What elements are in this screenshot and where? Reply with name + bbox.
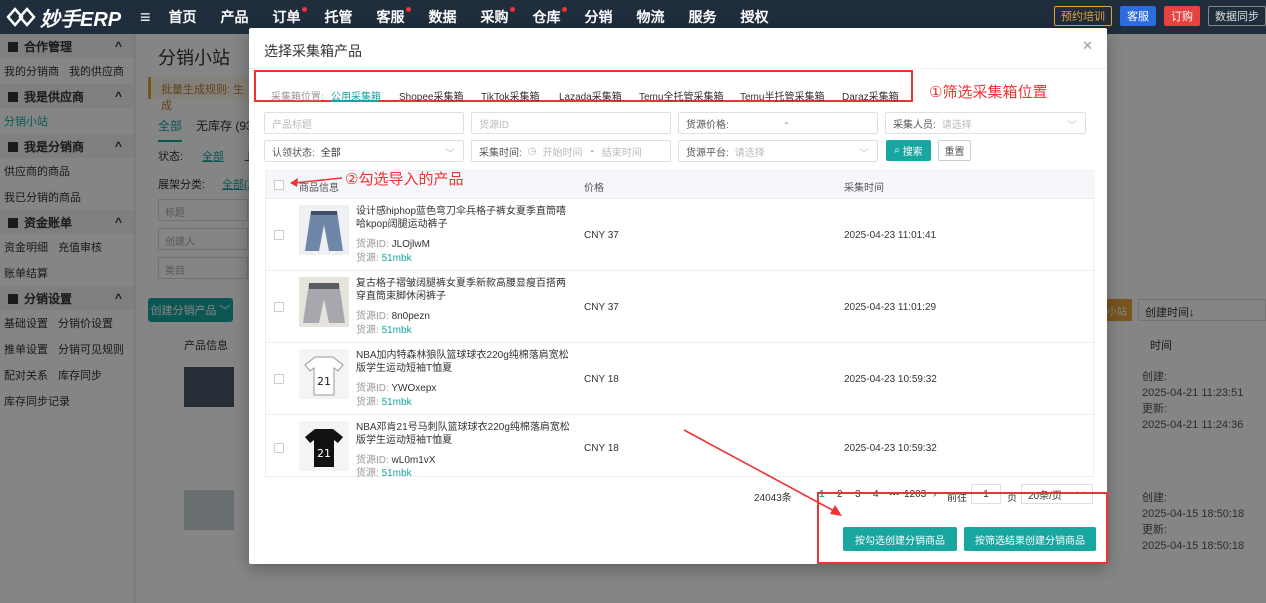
tshirt-image-icon: 21	[304, 356, 344, 396]
nav-hosting[interactable]: 托管	[313, 7, 365, 27]
training-button[interactable]: 预约培训	[1054, 6, 1112, 26]
clock-icon: ◷	[527, 145, 537, 157]
product-table: 商品信息 价格 采集时间 设计感hiphop蓝色弯刀伞兵格子裤女夏季直筒嘻哈kp…	[265, 170, 1095, 479]
product-source-id: 货源ID: YWOxepx	[356, 383, 437, 394]
collect-time-range[interactable]: 采集时间: ◷ 开始时间 - 结束时间	[471, 140, 671, 162]
product-price: CNY 37	[584, 302, 619, 313]
source-id-input[interactable]: 货源ID	[471, 112, 671, 134]
product-thumbnail	[299, 205, 349, 255]
column-product-info: 商品信息	[299, 183, 339, 194]
active-tab-underline	[331, 100, 378, 102]
hamburger-icon[interactable]: ≡	[140, 7, 151, 28]
collector-select[interactable]: 采集人员: 请选择 ﹀	[885, 112, 1086, 134]
product-name: NBA加内特森林狼队篮球球衣220g纯棉落肩宽松版学生运动短袖T恤夏	[356, 350, 569, 374]
product-thumbnail	[299, 277, 349, 327]
pants-image-icon	[305, 211, 343, 251]
table-row[interactable]: 设计感hiphop蓝色弯刀伞兵格子裤女夏季直筒嘻哈kpop阔腿运动裤子 货源ID…	[266, 199, 1095, 271]
row-checkbox[interactable]	[274, 443, 284, 453]
collect-time: 2025-04-23 10:59:32	[844, 374, 937, 385]
tab-temu-semi-collection[interactable]: Temu半托管采集箱	[740, 88, 824, 103]
product-price: CNY 18	[584, 374, 619, 385]
main-nav: 首页 产品 订单 托管 客服 数据 采购 仓库 分销 物流 服务 授权	[157, 7, 781, 27]
nav-home[interactable]: 首页	[157, 7, 209, 27]
product-source: 货源: 51mbk	[356, 325, 412, 336]
pants-image-icon	[303, 283, 345, 323]
top-actions: 预约培训 客服 订购 数据同步	[1054, 6, 1266, 26]
reset-button[interactable]: 重置	[938, 140, 971, 161]
tshirt-image-icon: 21	[305, 429, 343, 467]
chevron-down-icon: ﹀	[445, 149, 455, 160]
search-icon: ⌕	[894, 145, 903, 156]
nav-product[interactable]: 产品	[209, 7, 261, 27]
collect-time: 2025-04-23 10:59:32	[844, 443, 937, 454]
order-button[interactable]: 订购	[1164, 6, 1200, 26]
product-thumbnail: 21	[299, 421, 349, 471]
product-name: NBA邓肯21号马刺队篮球球衣220g纯棉落肩宽松版学生运动短袖T恤夏	[356, 422, 570, 446]
source-price-range[interactable]: 货源价格: -	[678, 112, 878, 134]
tab-tiktok-collection[interactable]: TikTok采集箱	[481, 88, 540, 103]
select-all-checkbox[interactable]	[274, 180, 284, 190]
column-price: 价格	[584, 183, 604, 194]
product-thumbnail: 21	[299, 349, 349, 399]
logo-text: 妙手ERP	[40, 8, 122, 31]
modal-title: 选择采集箱产品	[264, 43, 362, 59]
collect-time: 2025-04-23 11:01:29	[844, 302, 937, 313]
logo-mark-icon	[6, 7, 36, 27]
table-row[interactable]: 21 NBA加内特森林狼队篮球球衣220g纯棉落肩宽松版学生运动短袖T恤夏 货源…	[266, 343, 1095, 415]
product-source: 货源: 51mbk	[356, 397, 412, 408]
product-price: CNY 18	[584, 443, 619, 454]
row-checkbox[interactable]	[274, 302, 284, 312]
tab-temu-full-collection[interactable]: Temu全托管采集箱	[639, 88, 723, 103]
chevron-down-icon: ﹀	[859, 149, 869, 160]
logo[interactable]: 妙手ERP	[0, 3, 140, 32]
nav-auth[interactable]: 授权	[729, 7, 781, 27]
collect-time: 2025-04-23 11:01:41	[844, 230, 937, 241]
collection-label: 采集箱位置:	[271, 92, 324, 103]
nav-services[interactable]: 服务	[677, 7, 729, 27]
nav-order[interactable]: 订单	[261, 7, 313, 27]
column-collect-time: 采集时间	[844, 183, 884, 194]
support-button[interactable]: 客服	[1120, 6, 1156, 26]
product-source: 货源: 51mbk	[356, 468, 412, 479]
row-checkbox[interactable]	[274, 230, 284, 240]
annotation-filter-location: ①筛选采集箱位置	[929, 84, 1048, 101]
nav-logistics[interactable]: 物流	[625, 7, 677, 27]
annotation-select-products: ②勾选导入的产品	[345, 171, 464, 188]
product-source: 货源: 51mbk	[356, 253, 412, 264]
product-price: CNY 37	[584, 230, 619, 241]
table-row[interactable]: 复古格子褶皱阔腿裤女夏季新款高腰显瘦百搭两穿直筒束脚休闲裤子 货源ID: 8n0…	[266, 271, 1095, 343]
product-name: 设计感hiphop蓝色弯刀伞兵格子裤女夏季直筒嘻哈kpop阔腿运动裤子	[356, 206, 567, 230]
nav-warehouse[interactable]: 仓库	[521, 7, 573, 27]
sync-button[interactable]: 数据同步	[1208, 6, 1266, 26]
action-buttons-highlight	[817, 492, 1108, 564]
tab-lazada-collection[interactable]: Lazada采集箱	[559, 88, 622, 103]
divider	[249, 68, 1107, 69]
product-source-id: 货源ID: JLOjlwM	[356, 239, 430, 250]
claim-status-select[interactable]: 认领状态: 全部 ﹀	[264, 140, 464, 162]
svg-text:21: 21	[317, 447, 331, 460]
close-icon[interactable]: ✕	[1082, 38, 1093, 54]
nav-data[interactable]: 数据	[417, 7, 469, 27]
search-button[interactable]: ⌕ 搜索	[886, 140, 931, 161]
tab-shopee-collection[interactable]: Shopee采集箱	[399, 88, 463, 103]
source-platform-select[interactable]: 货源平台: 请选择 ﹀	[678, 140, 878, 162]
total-count: 24043条	[754, 493, 792, 504]
product-title-input[interactable]: 产品标题	[264, 112, 464, 134]
chevron-down-icon: ﹀	[1067, 121, 1077, 132]
row-checkbox[interactable]	[274, 374, 284, 384]
product-source-id: 货源ID: 8n0pezn	[356, 311, 430, 322]
nav-purchase[interactable]: 采购	[469, 7, 521, 27]
table-row[interactable]: 21 NBA邓肯21号马刺队篮球球衣220g纯棉落肩宽松版学生运动短袖T恤夏 货…	[266, 415, 1095, 479]
prev-page-icon[interactable]: ‹	[802, 489, 805, 500]
svg-text:21: 21	[317, 375, 331, 388]
nav-distribution[interactable]: 分销	[573, 7, 625, 27]
nav-service[interactable]: 客服	[365, 7, 417, 27]
select-collection-modal: 选择采集箱产品 ✕ 采集箱位置: 公用采集箱 Shopee采集箱 TikTok采…	[249, 28, 1107, 564]
tab-daraz-collection[interactable]: Daraz采集箱	[842, 88, 899, 103]
product-name: 复古格子褶皱阔腿裤女夏季新款高腰显瘦百搭两穿直筒束脚休闲裤子	[356, 278, 566, 302]
